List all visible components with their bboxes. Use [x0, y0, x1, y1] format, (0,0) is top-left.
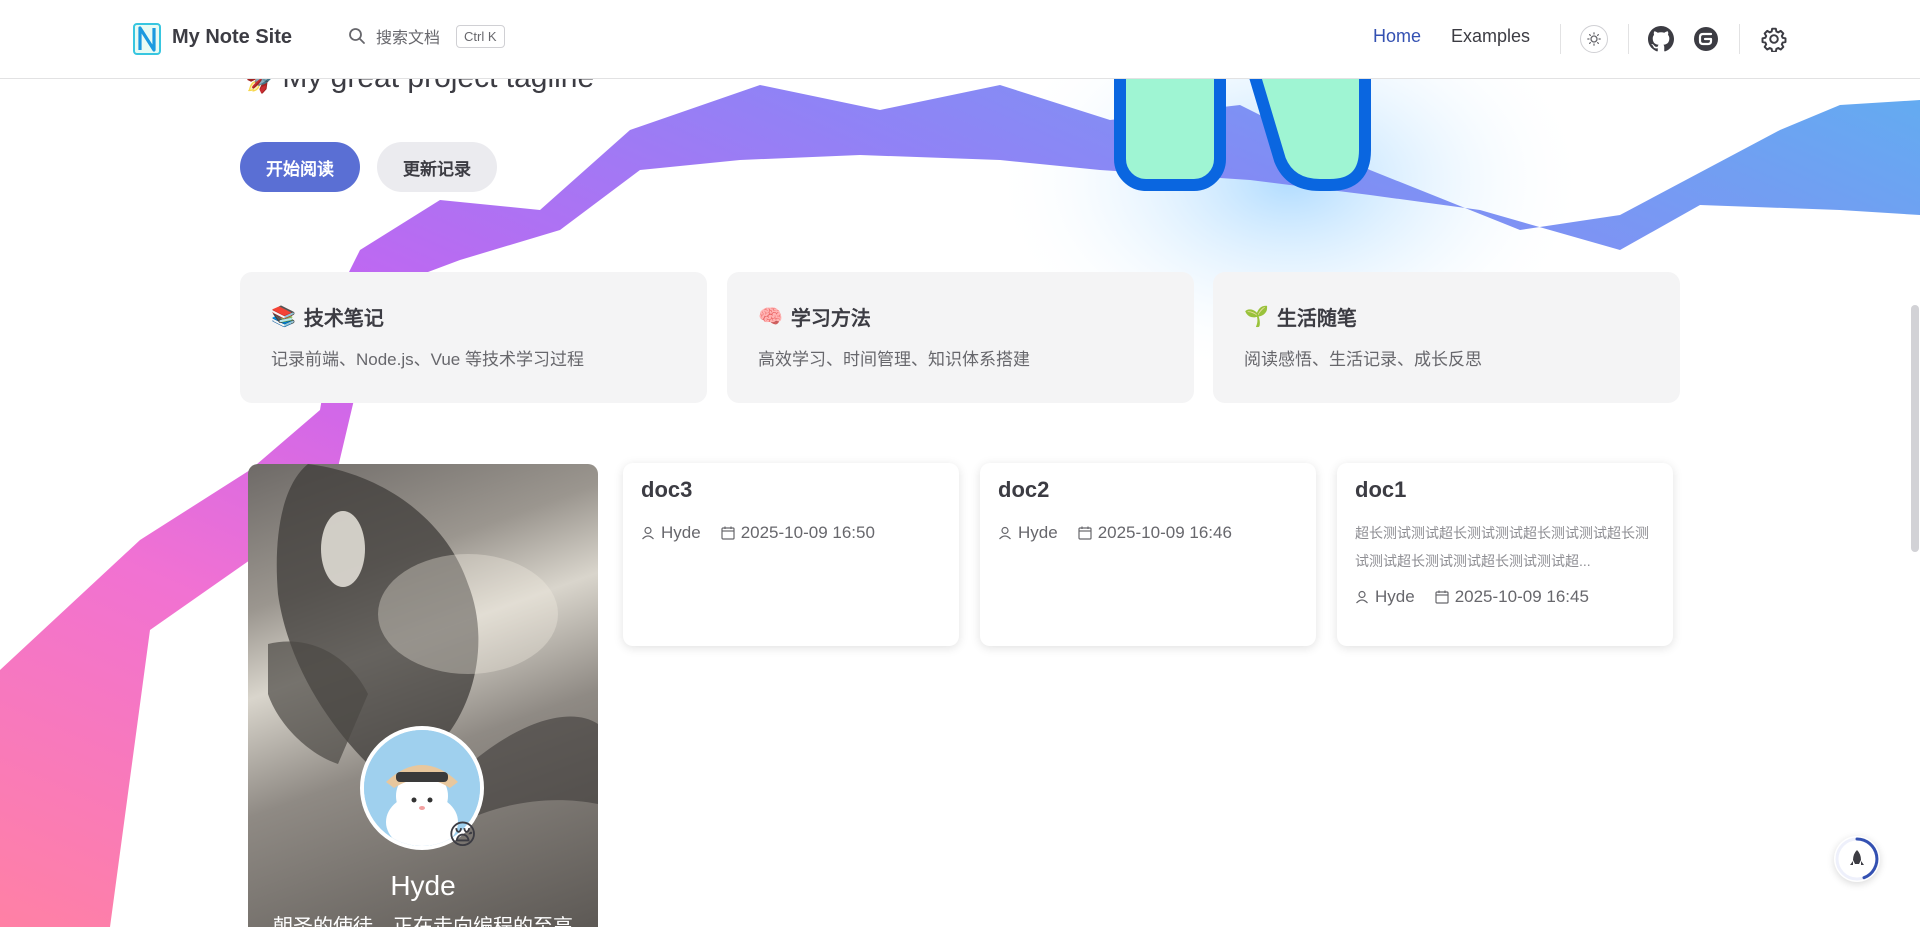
- site-logo-icon[interactable]: [132, 22, 162, 56]
- github-link[interactable]: [1646, 24, 1676, 54]
- doc-author: Hyde: [661, 523, 701, 542]
- doc-title: doc1: [1355, 477, 1407, 502]
- back-to-top-button[interactable]: [1834, 836, 1880, 882]
- feature-title: 技术笔记: [303, 308, 384, 330]
- start-reading-button[interactable]: 开始阅读: [240, 142, 360, 192]
- nav-divider: [1560, 24, 1561, 54]
- user-icon: [1356, 590, 1368, 604]
- feature-desc: 阅读感悟、生活记录、成长反思: [1244, 350, 1482, 369]
- doc-date: 2025-10-09 16:46: [1097, 523, 1232, 542]
- books-icon: 📚: [271, 306, 296, 328]
- nav-divider: [1628, 24, 1629, 54]
- gitee-link[interactable]: [1691, 24, 1721, 54]
- doc-card[interactable]: doc2 Hyde 2025-10-09 16:46: [980, 463, 1316, 646]
- doc-title: doc3: [641, 477, 693, 502]
- gear-icon: [1761, 27, 1787, 52]
- user-icon: [642, 526, 654, 540]
- seedling-icon: 🌱: [1244, 306, 1269, 328]
- sleepy-face-icon: 😪: [448, 819, 478, 850]
- nav-link-examples[interactable]: Examples: [1451, 26, 1530, 47]
- calendar-icon: [1435, 590, 1449, 604]
- nav-divider: [1739, 24, 1740, 54]
- feature-desc: 高效学习、时间管理、知识体系搭建: [758, 350, 1030, 369]
- feature-card-study[interactable]: 🧠 学习方法 高效学习、时间管理、知识体系搭建: [727, 272, 1194, 403]
- github-icon: [1648, 26, 1674, 52]
- nav-links: Home Examples: [1373, 26, 1530, 47]
- doc-author: Hyde: [1375, 587, 1415, 606]
- doc-date: 2025-10-09 16:45: [1454, 587, 1589, 606]
- brain-icon: 🧠: [758, 306, 783, 328]
- nav-link-home[interactable]: Home: [1373, 26, 1421, 47]
- profile-bio: 朝圣的使徒，正在走向编程的至高: [273, 916, 573, 927]
- doc-meta: Hyde 2025-10-09 16:46: [998, 523, 1298, 543]
- profile-background-illustration: [268, 464, 598, 824]
- feature-title: 学习方法: [790, 308, 871, 330]
- feature-card-tech[interactable]: 📚 技术笔记 记录前端、Node.js、Vue 等技术学习过程: [240, 272, 707, 403]
- doc-meta: Hyde 2025-10-09 16:45: [1355, 587, 1655, 607]
- doc-author: Hyde: [1018, 523, 1058, 542]
- calendar-icon: [721, 526, 735, 540]
- feature-desc: 记录前端、Node.js、Vue 等技术学习过程: [271, 350, 584, 369]
- sun-icon: [1587, 32, 1601, 46]
- doc-card[interactable]: doc3 Hyde 2025-10-09 16:50: [623, 463, 959, 646]
- theme-toggle[interactable]: [1579, 24, 1609, 54]
- search-shortcut: Ctrl K: [456, 24, 505, 48]
- user-icon: [999, 526, 1011, 540]
- profile-card: 😪 Hyde 朝圣的使徒，正在走向编程的至高: [248, 464, 598, 927]
- search-button[interactable]: 搜索文档 Ctrl K: [348, 24, 505, 48]
- calendar-icon: [1078, 526, 1092, 540]
- top-nav: My Note Site 搜索文档 Ctrl K Home Examples: [0, 0, 1920, 79]
- doc-meta: Hyde 2025-10-09 16:50: [641, 523, 941, 543]
- rocket-progress-icon: [1835, 837, 1879, 881]
- doc-title: doc2: [998, 477, 1050, 502]
- site-title[interactable]: My Note Site: [172, 26, 292, 49]
- profile-name: Hyde: [390, 870, 456, 901]
- doc-card[interactable]: doc1 超长测试测试超长测试测试超长测试测试超长测试测试超长测试测试超长测试测…: [1337, 463, 1673, 646]
- doc-excerpt: 超长测试测试超长测试测试超长测试测试超长测试测试超长测试测试超长测试测试超...: [1355, 525, 1649, 569]
- search-icon: [349, 28, 365, 44]
- feature-title: 生活随笔: [1276, 308, 1357, 330]
- settings-button[interactable]: [1759, 24, 1789, 54]
- g-icon: [1694, 27, 1718, 51]
- search-placeholder: 搜索文档: [376, 30, 441, 47]
- feature-card-life[interactable]: 🌱 生活随笔 阅读感悟、生活记录、成长反思: [1213, 272, 1680, 403]
- changelog-button[interactable]: 更新记录: [377, 142, 497, 192]
- doc-date: 2025-10-09 16:50: [740, 523, 875, 542]
- scrollbar-thumb[interactable]: [1911, 305, 1919, 552]
